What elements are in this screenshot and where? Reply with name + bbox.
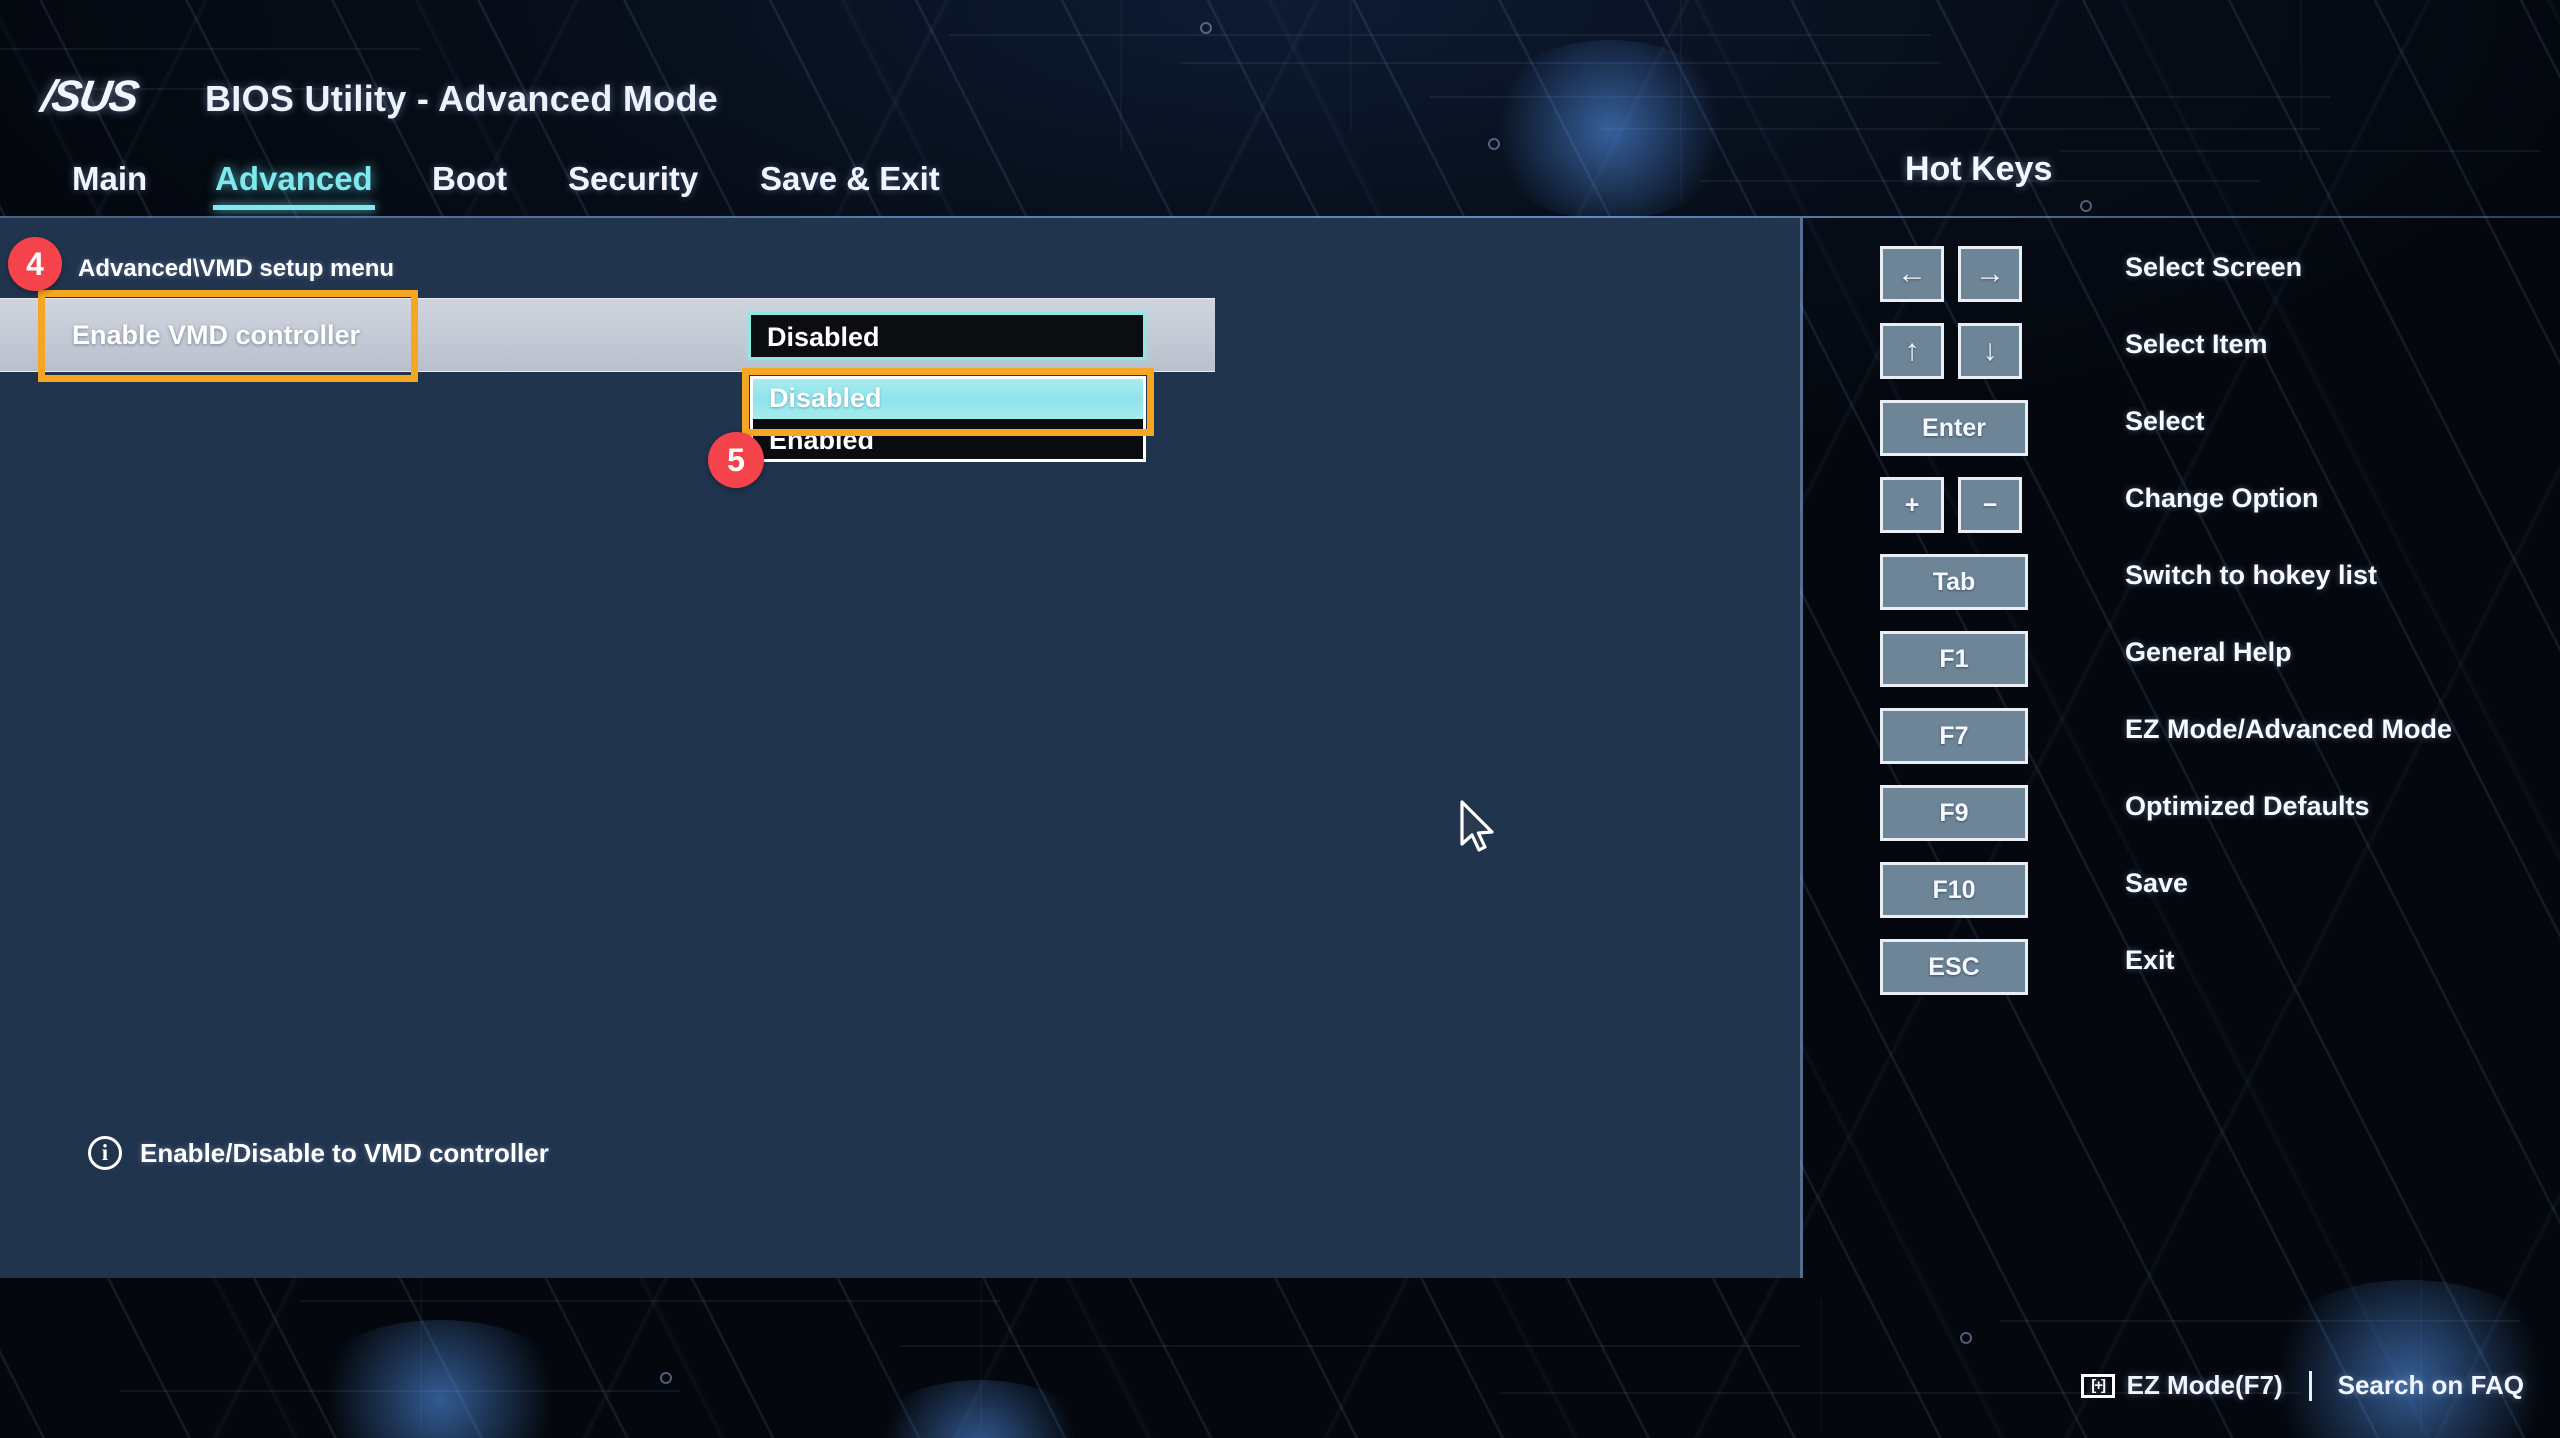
f1-key[interactable]: F1: [1880, 631, 2028, 687]
circuit-pad: [2080, 200, 2092, 212]
tab-label: Save & Exit: [760, 160, 940, 197]
f10-key[interactable]: F10: [1880, 862, 2028, 918]
left-arrow-key[interactable]: ←: [1880, 246, 1944, 302]
vmd-value-box[interactable]: Disabled: [748, 312, 1146, 360]
hot-key-row: F9 Optimized Defaults: [1800, 785, 2560, 841]
tab-main[interactable]: Main: [72, 160, 147, 198]
key-label: ←: [1897, 257, 1927, 290]
breadcrumb: Advanced\VMD setup menu: [78, 255, 395, 282]
key-label: −: [1982, 490, 1998, 519]
page-title: BIOS Utility - Advanced Mode: [205, 78, 719, 119]
hot-key-description: General Help: [2125, 637, 2292, 667]
key-label: →: [1975, 257, 2005, 290]
vmd-dropdown-list[interactable]: Disabled Enabled: [750, 376, 1146, 462]
key-label: +: [1904, 490, 1920, 519]
tab-security[interactable]: Security: [568, 160, 698, 198]
hot-key-description: Optimized Defaults: [2125, 791, 2370, 821]
hot-key-description: Save: [2125, 868, 2189, 898]
circuit-trace: [900, 1345, 1800, 1347]
esc-key[interactable]: ESC: [1880, 939, 2028, 995]
key-label: ESC: [1928, 952, 1980, 981]
circuit-trace: [300, 1300, 1000, 1302]
hot-key-description: Exit: [2125, 945, 2175, 975]
asus-logo: /SUS: [38, 72, 141, 121]
dropdown-option-disabled-label: Disabled: [769, 383, 882, 413]
key-label: ↓: [1982, 334, 1998, 367]
hot-keys-title: Hot Keys: [1905, 150, 2053, 188]
background-glow: [860, 1380, 1100, 1438]
f7-key[interactable]: F7: [1880, 708, 2028, 764]
circuit-pad: [1960, 1332, 1972, 1344]
hot-key-description: Switch to hokey list: [2125, 560, 2378, 590]
main-menu-tabs: Main Advanced Boot Security Save & Exit: [0, 160, 1800, 222]
hot-key-row: Enter Select: [1800, 400, 2560, 456]
setting-label: Enable VMD controller: [72, 320, 361, 350]
enter-key[interactable]: Enter: [1880, 400, 2028, 456]
tab-label: Advanced: [215, 160, 373, 197]
help-text: Enable/Disable to VMD controller: [140, 1137, 549, 1168]
hot-key-row: F10 Save: [1800, 862, 2560, 918]
search-faq-button[interactable]: Search on FAQ: [2338, 1370, 2524, 1401]
mouse-cursor: [1458, 800, 1502, 854]
tab-key[interactable]: Tab: [1880, 554, 2028, 610]
hot-key-row: + − Change Option: [1800, 477, 2560, 533]
search-faq-label: Search on FAQ: [2337, 1370, 2524, 1400]
hot-key-row: Tab Switch to hokey list: [1800, 554, 2560, 610]
key-label: F10: [1932, 875, 1976, 904]
hot-key-description: Select: [2125, 406, 2205, 436]
right-arrow-key[interactable]: →: [1958, 246, 2022, 302]
hot-key-row: ESC Exit: [1800, 939, 2560, 995]
tab-label: Boot: [432, 160, 508, 197]
footer: [+] EZ Mode(F7) Search on FAQ: [2080, 1370, 2524, 1401]
hot-keys-panel: ← → Select Screen ↑ ↓ Select Item Enter Select +…: [1800, 218, 2560, 1278]
background-glow: [2250, 1280, 2560, 1438]
up-arrow-key[interactable]: ↑: [1880, 323, 1944, 379]
info-icon: i: [88, 1136, 122, 1170]
tab-label: Security: [568, 160, 699, 197]
circuit-pad: [660, 1372, 672, 1384]
key-label: Enter: [1922, 413, 1986, 442]
annotation-badge-4: 4: [8, 237, 62, 291]
footer-divider: [2308, 1370, 2312, 1401]
f9-key[interactable]: F9: [1880, 785, 2028, 841]
hot-key-row: ↑ ↓ Select Item: [1800, 323, 2560, 379]
ez-mode-icon: [+]: [2080, 1373, 2115, 1398]
hot-key-row: ← → Select Screen: [1800, 246, 2560, 302]
background-glow: [300, 1320, 580, 1438]
hot-key-description: EZ Mode/Advanced Mode: [2125, 714, 2453, 744]
help-bar: i Enable/Disable to VMD controller: [88, 1136, 549, 1170]
tab-boot[interactable]: Boot: [432, 160, 507, 198]
hot-key-row: F1 General Help: [1800, 631, 2560, 687]
dropdown-option-enabled[interactable]: Enabled: [753, 421, 1143, 461]
key-label: F9: [1939, 798, 1969, 827]
hot-key-description: Select Screen: [2125, 252, 2303, 282]
header: /SUS BIOS Utility - Advanced Mode: [0, 20, 2560, 150]
key-label: ↑: [1904, 334, 1920, 367]
down-arrow-key[interactable]: ↓: [1958, 323, 2022, 379]
ez-mode-button[interactable]: [+] EZ Mode(F7): [2080, 1370, 2283, 1401]
tab-advanced[interactable]: Advanced: [213, 160, 375, 210]
key-label: F7: [1939, 721, 1969, 750]
plus-key[interactable]: +: [1880, 477, 1944, 533]
vmd-current-value: Disabled: [767, 322, 880, 352]
dropdown-option-enabled-label: Enabled: [769, 425, 875, 455]
annotation-badge-5: 5: [708, 432, 764, 488]
hot-key-description: Select Item: [2125, 329, 2268, 359]
hot-key-row: F7 EZ Mode/Advanced Mode: [1800, 708, 2560, 764]
tab-label: Main: [72, 160, 148, 197]
bios-screen: /SUS BIOS Utility - Advanced Mode Main Ad…: [0, 0, 2560, 1438]
tab-save-exit[interactable]: Save & Exit: [760, 160, 940, 198]
key-label: Tab: [1932, 567, 1976, 596]
key-label: F1: [1939, 644, 1969, 673]
hot-key-description: Change Option: [2125, 483, 2319, 513]
minus-key[interactable]: −: [1958, 477, 2022, 533]
ez-mode-label: EZ Mode(F7): [2126, 1370, 2283, 1400]
dropdown-option-disabled[interactable]: Disabled: [753, 379, 1143, 419]
circuit-trace: [1820, 1300, 1822, 1430]
